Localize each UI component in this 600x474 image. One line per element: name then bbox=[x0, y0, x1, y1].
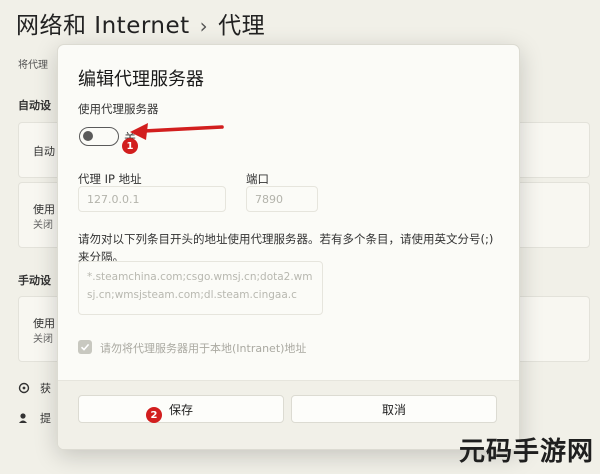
checkmark-icon bbox=[80, 343, 90, 351]
give-feedback-link[interactable]: 提 bbox=[18, 410, 51, 426]
give-feedback-label: 提 bbox=[40, 412, 51, 425]
use-proxy-toggle[interactable] bbox=[79, 127, 119, 146]
breadcrumb-separator: › bbox=[199, 14, 209, 38]
proxy-ip-input[interactable]: 127.0.0.1 bbox=[78, 186, 226, 212]
auto-script-status: 关闭 bbox=[33, 220, 53, 231]
watermark-logo: 元码手游网 bbox=[458, 437, 594, 467]
toggle-knob bbox=[83, 131, 93, 141]
auto-detect-title: 自动 bbox=[33, 145, 55, 158]
auto-script-title: 使用 bbox=[33, 203, 55, 216]
step-badge-2: 2 bbox=[146, 407, 162, 423]
exceptions-textarea[interactable]: *.steamchina.com;csgo.wmsj.cn;dota2.wmsj… bbox=[78, 261, 323, 315]
page-description: 将代理 bbox=[18, 60, 48, 71]
proxy-ip-label: 代理 IP 地址 bbox=[78, 172, 142, 186]
arrow-annotation-icon bbox=[130, 123, 224, 140]
manual-proxy-title: 使用 bbox=[33, 317, 55, 330]
get-help-label: 获 bbox=[40, 382, 51, 395]
dialog-footer: 保存 取消 bbox=[58, 380, 519, 449]
feedback-icon bbox=[19, 413, 27, 423]
port-label: 端口 bbox=[246, 172, 269, 186]
port-input[interactable]: 7890 bbox=[246, 186, 318, 212]
save-label: 保存 bbox=[168, 402, 193, 417]
breadcrumb-network[interactable]: 网络和 Internet bbox=[16, 13, 190, 39]
manual-setup-heading: 手动设 bbox=[18, 274, 51, 287]
use-proxy-label: 使用代理服务器 bbox=[78, 102, 159, 116]
cancel-label: 取消 bbox=[381, 402, 406, 417]
page-title: 网络和 Internet › 代理 bbox=[16, 6, 265, 40]
edit-proxy-dialog: 编辑代理服务器 使用代理服务器 关 代理 IP 地址 127.0.0.1 端口 … bbox=[57, 44, 520, 450]
breadcrumb-proxy: 代理 bbox=[218, 13, 266, 39]
step-badge-1: 1 bbox=[122, 138, 138, 154]
dialog-title: 编辑代理服务器 bbox=[78, 69, 204, 90]
cancel-button[interactable]: 取消 bbox=[291, 395, 497, 423]
help-icon bbox=[18, 382, 30, 394]
local-bypass-label: 请勿将代理服务器用于本地(Intranet)地址 bbox=[100, 342, 307, 355]
get-help-link[interactable]: 获 bbox=[18, 380, 51, 396]
auto-setup-heading: 自动设 bbox=[18, 99, 51, 112]
save-button[interactable]: 保存 bbox=[78, 395, 284, 423]
manual-proxy-status: 关闭 bbox=[33, 334, 53, 345]
local-bypass-checkbox[interactable] bbox=[78, 340, 92, 354]
